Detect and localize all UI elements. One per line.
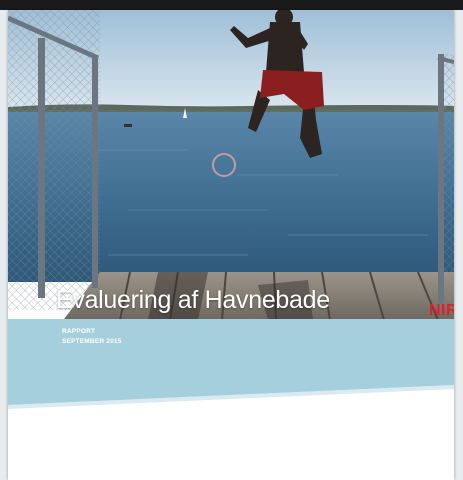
report-type-label: RAPPORT [62, 328, 96, 335]
report-date: SEPTEMBER 2015 [62, 338, 122, 345]
document-title: Evaluering af Havnebade [56, 286, 330, 314]
publisher-logo: NIR [428, 302, 454, 319]
report-cover-page: Evaluering af Havnebade NIR RAPPORT SEPT… [8, 10, 454, 480]
viewer-top-bar [0, 0, 463, 10]
